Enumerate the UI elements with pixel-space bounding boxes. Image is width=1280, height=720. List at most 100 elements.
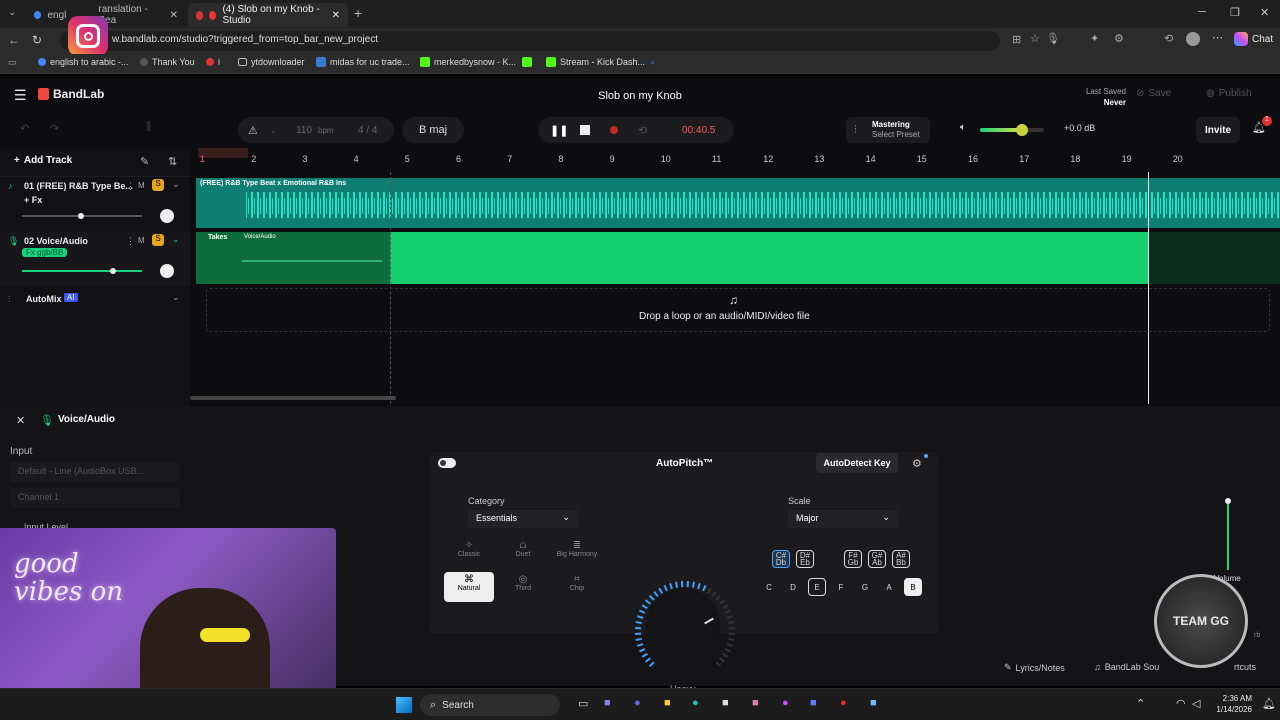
fx-label[interactable]: + Fx bbox=[24, 195, 42, 205]
key-b[interactable]: B bbox=[904, 578, 922, 596]
mixer-icon[interactable]: ⫼ bbox=[146, 121, 151, 134]
settings-icon[interactable]: ⚙ bbox=[1114, 32, 1124, 45]
track-name[interactable]: 01 (FREE) R&B Type Be... bbox=[24, 181, 133, 191]
app-icon[interactable]: ● bbox=[840, 697, 847, 709]
track-lane-1[interactable]: (FREE) R&B Type Beat x Emotional R&B Ins bbox=[196, 178, 1280, 228]
pencil-tool-icon[interactable]: ✎ bbox=[140, 155, 149, 168]
bookmark-item[interactable]: merkedbysnow - K... bbox=[420, 57, 516, 67]
effect-big-harmony[interactable]: ≣ Big Harmony bbox=[552, 538, 602, 568]
bookmark-item[interactable]: Stream - Kick Dash... bbox=[546, 57, 645, 67]
history-icon[interactable]: ⟲ bbox=[1164, 32, 1173, 45]
track-name[interactable]: 02 Voice/Audio bbox=[24, 236, 88, 246]
track-header-2[interactable]: 🎙︎ 02 Voice/Audio ⋮ M S ⌄ Fx ggb/BB bbox=[0, 232, 190, 286]
new-tab-plus-icon[interactable]: + bbox=[354, 5, 362, 21]
file-explorer-icon[interactable]: ■ bbox=[664, 697, 671, 709]
pan-knob[interactable] bbox=[160, 264, 174, 278]
key-f-sharp[interactable]: F# Gb bbox=[844, 550, 862, 568]
effect-third[interactable]: ◎ Third bbox=[498, 572, 548, 602]
track-menu-icon[interactable]: ⋮ bbox=[126, 181, 135, 192]
bookmark-item[interactable]: i bbox=[206, 57, 220, 67]
project-title[interactable]: Slob on my Knob bbox=[540, 90, 740, 102]
reload-icon[interactable]: ↻ bbox=[32, 33, 42, 47]
bookmark-item[interactable]: midas for uc trade... bbox=[316, 57, 410, 67]
copilot-chat-button[interactable]: Chat bbox=[1234, 32, 1273, 46]
favorite-star-icon[interactable]: ☆ bbox=[1030, 32, 1040, 45]
time-signature[interactable]: 4 / 4 bbox=[358, 125, 377, 136]
slider-thumb[interactable] bbox=[110, 268, 116, 274]
effect-classic[interactable]: ✧ Classic bbox=[444, 538, 494, 568]
loop-icon[interactable]: ⟲ bbox=[638, 124, 647, 137]
collapse-chevron-icon[interactable]: ⌄ bbox=[172, 234, 180, 245]
bookmark-item[interactable]: english to arabic -... bbox=[38, 57, 129, 67]
settings-sliders-icon[interactable]: ⚙ bbox=[912, 457, 922, 470]
mastering-button[interactable]: ⫶ Mastering Select Preset bbox=[846, 117, 930, 143]
bandlab-sounds-button[interactable]: ♫ BandLab Sou bbox=[1094, 662, 1159, 672]
profile-avatar[interactable] bbox=[1186, 32, 1200, 46]
metronome-menu-icon[interactable]: ⌄ bbox=[270, 126, 277, 135]
category-select[interactable]: Essentials ⌄ bbox=[468, 510, 578, 528]
horizontal-scrollbar[interactable] bbox=[190, 396, 396, 400]
add-track-button[interactable]: + Add Track bbox=[14, 155, 72, 166]
key-g[interactable]: G bbox=[856, 578, 874, 596]
master-volume-thumb[interactable] bbox=[1016, 124, 1028, 136]
start-button[interactable] bbox=[396, 697, 412, 713]
chevron-down-icon[interactable]: ⌄ bbox=[172, 292, 180, 303]
master-volume-slider[interactable] bbox=[980, 124, 1044, 136]
taskbar-search[interactable]: ⌕ Search bbox=[420, 694, 560, 716]
track-menu-icon[interactable]: ⋮ bbox=[126, 236, 135, 247]
key-c-sharp[interactable]: C# Db bbox=[772, 550, 790, 568]
take-region[interactable]: Takes Voice/Audio bbox=[196, 232, 390, 284]
tab-list-chevron-icon[interactable]: ⌄ bbox=[8, 7, 16, 18]
speaker-icon[interactable]: 🔈︎ bbox=[960, 122, 966, 133]
effect-natural[interactable]: ⌘ Natural bbox=[444, 572, 494, 602]
lyrics-notes-button[interactable]: ✎ Lyrics/Notes bbox=[1004, 662, 1065, 673]
drop-zone[interactable]: ♫ Drop a loop or an audio/MIDI/video fil… bbox=[206, 288, 1270, 332]
app-icon[interactable]: ■ bbox=[810, 697, 817, 709]
autopitch-toggle[interactable] bbox=[438, 458, 456, 468]
automix-row[interactable]: ⫶ AutoMix AI ⌄ bbox=[0, 290, 190, 310]
autodetect-key-button[interactable]: AutoDetect Key bbox=[816, 453, 898, 473]
key-f[interactable]: F bbox=[832, 578, 850, 596]
slider-thumb[interactable] bbox=[1225, 498, 1231, 504]
mic-icon[interactable]: 🎙 bbox=[1046, 32, 1060, 45]
save-button[interactable]: ⊘ Save bbox=[1136, 88, 1171, 99]
voice-clip[interactable]: Takes Voice/Audio bbox=[196, 232, 1148, 284]
solo-button[interactable]: S bbox=[152, 179, 164, 191]
copilot-icon[interactable]: ● bbox=[782, 697, 789, 709]
app-icon[interactable]: ■ bbox=[752, 697, 759, 709]
stop-button[interactable] bbox=[580, 125, 590, 135]
metronome-icon[interactable]: ⚠ bbox=[248, 124, 258, 137]
minimize-icon[interactable]: ─ bbox=[1198, 6, 1206, 18]
solo-button[interactable]: S bbox=[152, 234, 164, 246]
tray-chevron-icon[interactable]: ⌃ bbox=[1136, 697, 1145, 710]
track-header-1[interactable]: ♪ 01 (FREE) R&B Type Be... ⋮ M S ⌄ + Fx bbox=[0, 176, 190, 230]
key-d-sharp[interactable]: D# Eb bbox=[796, 550, 814, 568]
key-g-sharp[interactable]: G# Ab bbox=[868, 550, 886, 568]
collapse-chevron-icon[interactable]: ⌄ bbox=[172, 179, 180, 190]
invite-button[interactable]: Invite bbox=[1196, 117, 1240, 143]
timeline-ruler[interactable]: 1 2 3 4 5 6 7 8 9 10 11 12 13 14 15 16 17 18 19 20 bbox=[196, 148, 1280, 172]
notepad-icon[interactable]: ■ bbox=[870, 697, 877, 709]
scale-select[interactable]: Major ⌄ bbox=[788, 510, 898, 528]
bpm-value[interactable]: 110 bbox=[296, 125, 312, 136]
puzzle-icon[interactable]: ✦ bbox=[1090, 32, 1099, 45]
loop-region[interactable] bbox=[198, 148, 248, 158]
takes-label[interactable]: Takes bbox=[208, 234, 227, 241]
close-icon[interactable]: ✕ bbox=[332, 10, 340, 21]
undo-icon[interactable]: ↶ bbox=[20, 122, 29, 135]
input-device-select[interactable]: Default - Line (AudioBox USB... bbox=[10, 462, 180, 482]
key-d[interactable]: D bbox=[784, 578, 802, 596]
system-clock[interactable]: 2:36 AM 1/14/2026 bbox=[1212, 693, 1252, 715]
bookmark-item[interactable]: Thank You bbox=[140, 57, 195, 67]
wifi-icon[interactable]: ◠ bbox=[1176, 697, 1186, 710]
mute-button[interactable]: M bbox=[138, 236, 145, 245]
pan-knob[interactable] bbox=[160, 209, 174, 223]
track-volume-slider[interactable] bbox=[22, 213, 142, 219]
browser-tab-studio[interactable]: (4) Slob on my Knob - Studio ✕ bbox=[188, 3, 348, 27]
key-c[interactable]: C bbox=[760, 578, 778, 596]
key-a[interactable]: A bbox=[880, 578, 898, 596]
pause-button[interactable]: ❚❚ bbox=[550, 124, 568, 137]
effect-duet[interactable]: ⩍ Duet bbox=[498, 538, 548, 568]
track-volume-slider[interactable] bbox=[22, 268, 142, 274]
record-button[interactable] bbox=[610, 126, 618, 134]
